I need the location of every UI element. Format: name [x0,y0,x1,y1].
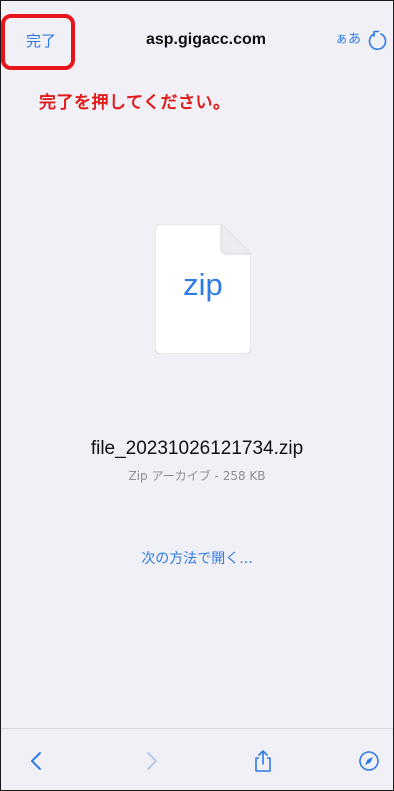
share-icon[interactable] [251,749,275,773]
bottom-toolbar [1,728,393,790]
back-icon[interactable] [25,749,49,773]
safari-download-view: 完了 asp.gigacc.com ぁあ 完了を押してください。 zip fil… [0,0,394,791]
forward-icon[interactable] [139,749,163,773]
done-highlight-annotation [1,14,75,70]
compass-icon[interactable] [357,749,381,773]
url-bar[interactable]: asp.gigacc.com [141,29,271,51]
file-meta: Zip アーカイブ - 258 KB [128,469,266,483]
open-with-button[interactable]: 次の方法で開く... [1,549,393,569]
text-size-button[interactable]: ぁあ [335,31,361,49]
file-type-label: zip [183,267,223,302]
reload-icon[interactable] [367,29,387,51]
top-bar: 完了 asp.gigacc.com ぁあ [1,1,393,81]
file-name: file_20231026121734.zip [90,438,304,459]
instruction-annotation: 完了を押してください。 [39,93,231,113]
